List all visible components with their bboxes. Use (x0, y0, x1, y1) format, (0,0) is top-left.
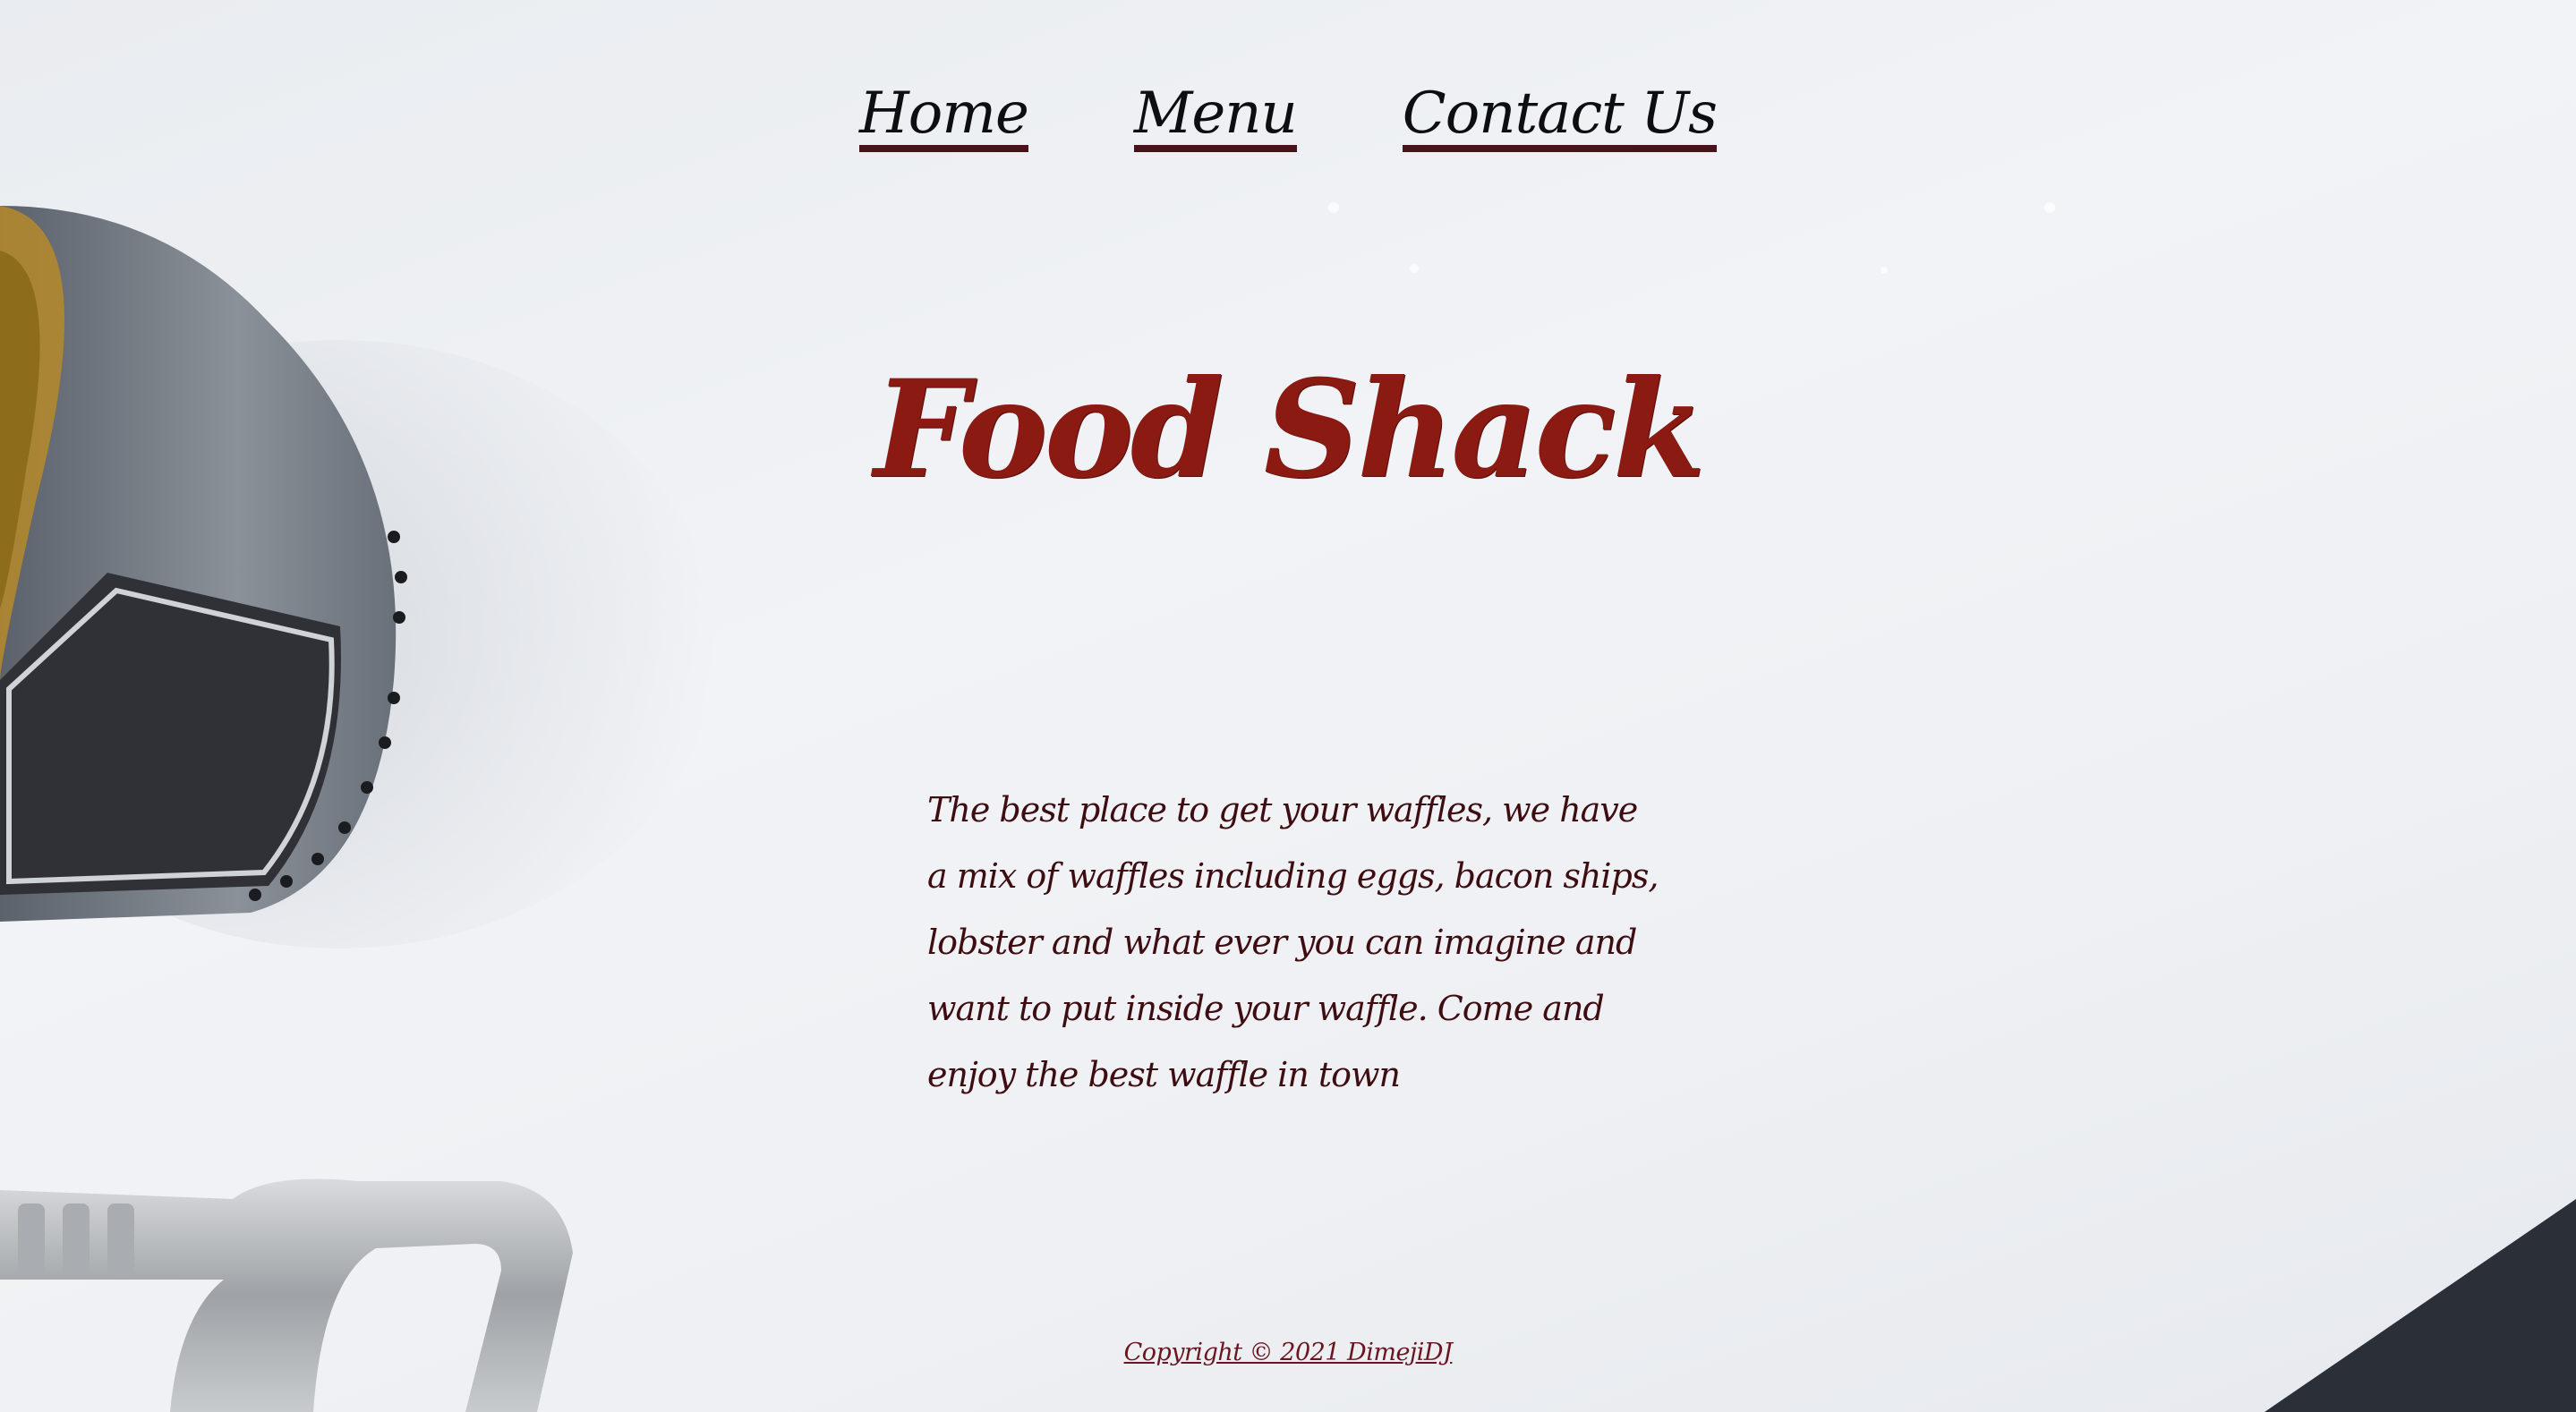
nav-link-home[interactable]: Home (858, 82, 1029, 153)
footer: Copyright © 2021 DimejiDJ (0, 1339, 2576, 1366)
nav-link-menu[interactable]: Menu (1133, 82, 1298, 153)
nav-link-contact-us[interactable]: Contact Us (1402, 82, 1718, 153)
bottle-opener-image (0, 1178, 573, 1412)
hero-description: The best place to get your waffles, we h… (927, 790, 1659, 1094)
page-title: Food Shack (874, 351, 1705, 508)
main-nav: Home Menu Contact Us (0, 82, 2576, 153)
background-photo (0, 202, 2576, 1412)
copyright-text[interactable]: Copyright © 2021 DimejiDJ (1124, 1339, 1453, 1366)
beer-can-image (0, 206, 407, 922)
dark-object-image (2265, 1199, 2576, 1412)
